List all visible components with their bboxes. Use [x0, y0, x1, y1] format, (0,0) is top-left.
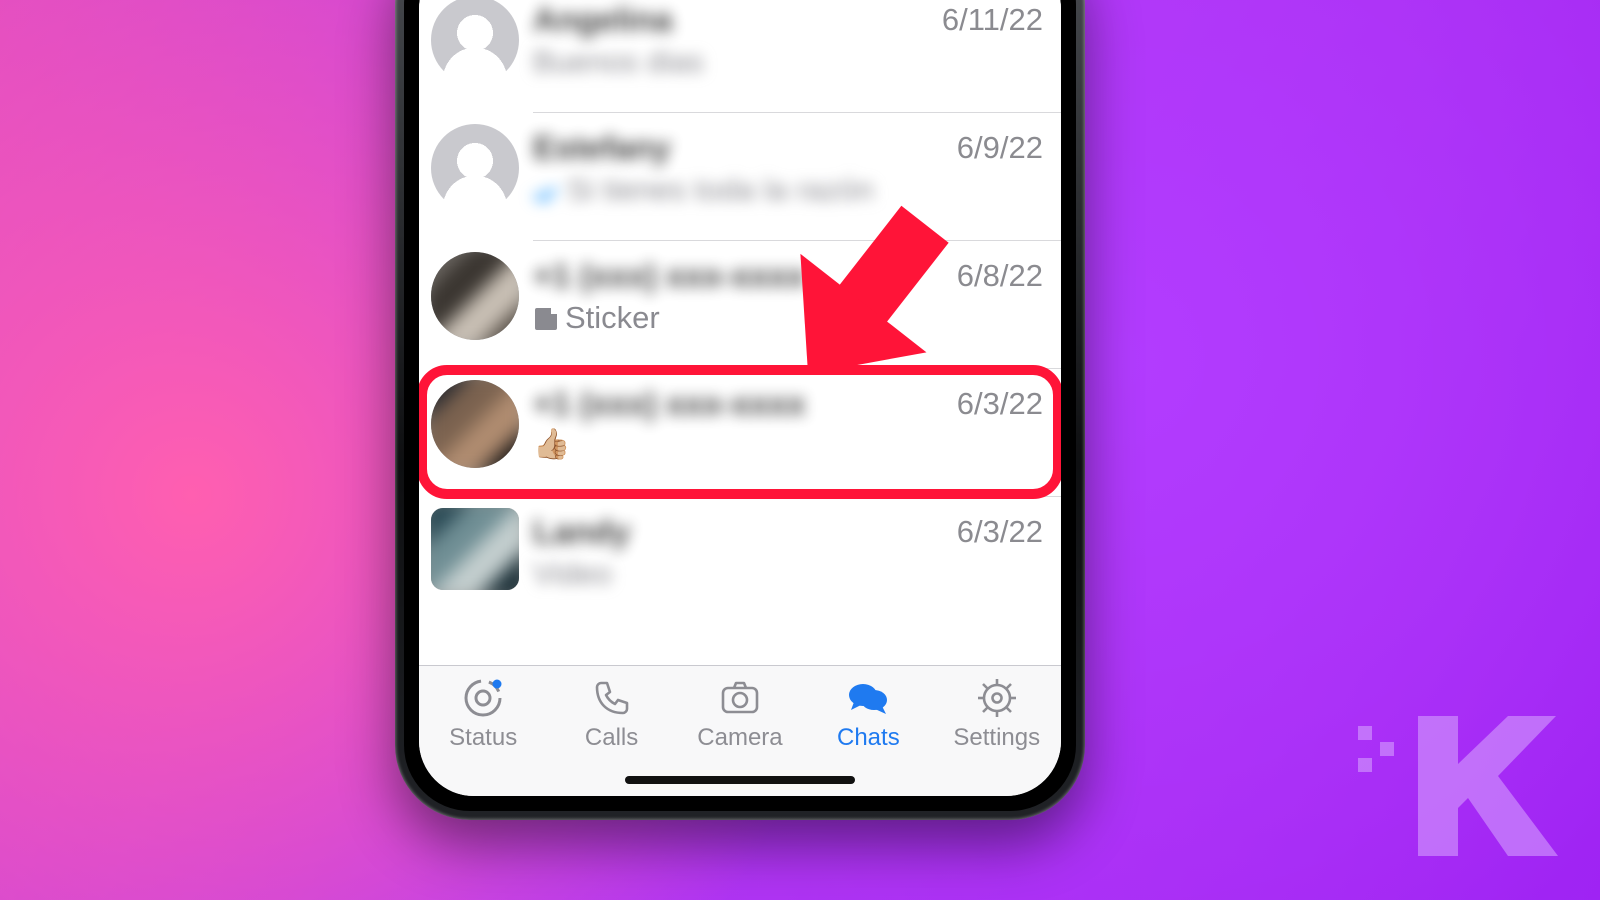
tab-label: Settings	[937, 724, 1057, 752]
avatar-icon	[431, 124, 519, 212]
row-divider	[533, 368, 1061, 369]
chat-snippet-text: Sticker	[565, 300, 660, 335]
row-divider	[533, 112, 1061, 113]
avatar-icon	[431, 0, 519, 84]
chat-date: 6/3/22	[957, 386, 1043, 422]
tab-calls[interactable]: Calls	[552, 676, 672, 752]
avatar-icon	[431, 252, 519, 340]
row-divider	[533, 240, 1061, 241]
status-icon	[461, 676, 505, 720]
tab-label: Calls	[552, 724, 672, 752]
tab-label: Chats	[808, 724, 928, 752]
chat-date: 6/11/22	[942, 2, 1043, 38]
chat-row[interactable]: Estefany Si tienes toda la razón 6/9/22	[419, 112, 1061, 240]
row-divider	[533, 496, 1061, 497]
sticker-icon	[533, 304, 559, 340]
chat-snippet: Buenos dias	[533, 44, 1045, 80]
chat-list[interactable]: Angelina Buenos dias 6/11/22 Estefany Si…	[419, 0, 1061, 676]
chat-date: 6/3/22	[957, 514, 1043, 550]
gear-icon	[975, 676, 1019, 720]
tab-settings[interactable]: Settings	[937, 676, 1057, 752]
chat-row[interactable]: +1 (xxx) xxx-xxxx Sticker 6/8/22	[419, 240, 1061, 368]
home-indicator[interactable]	[625, 776, 855, 784]
camera-icon	[718, 676, 762, 720]
chat-snippet: Sticker	[533, 300, 1045, 340]
read-receipt-icon	[533, 176, 561, 212]
phone-frame: Angelina Buenos dias 6/11/22 Estefany Si…	[395, 0, 1085, 820]
tab-chats[interactable]: Chats	[808, 676, 928, 752]
chat-snippet-text: Si tienes toda la razón	[567, 172, 874, 207]
chat-date: 6/8/22	[957, 258, 1043, 294]
tab-status[interactable]: Status	[423, 676, 543, 752]
chat-row-highlighted[interactable]: +1 (xxx) xxx-xxxx 👍🏼 6/3/22	[419, 368, 1061, 496]
tab-label: Status	[423, 724, 543, 752]
chat-snippet: Video	[533, 556, 1045, 592]
tab-label: Camera	[680, 724, 800, 752]
chats-icon	[846, 676, 890, 720]
chat-date: 6/9/22	[957, 130, 1043, 166]
avatar-icon	[431, 380, 519, 468]
chat-snippet: 👍🏼	[533, 428, 1045, 463]
chat-row[interactable]: Angelina Buenos dias 6/11/22	[419, 0, 1061, 112]
avatar-icon	[431, 508, 519, 590]
stage: Angelina Buenos dias 6/11/22 Estefany Si…	[0, 0, 1600, 900]
chat-snippet: Si tienes toda la razón	[533, 172, 1045, 212]
chat-row[interactable]: Landy Video 6/3/22	[419, 496, 1061, 606]
phone-screen: Angelina Buenos dias 6/11/22 Estefany Si…	[419, 0, 1061, 796]
tab-camera[interactable]: Camera	[680, 676, 800, 752]
phone-icon	[590, 676, 634, 720]
watermark-logo	[1358, 706, 1558, 866]
